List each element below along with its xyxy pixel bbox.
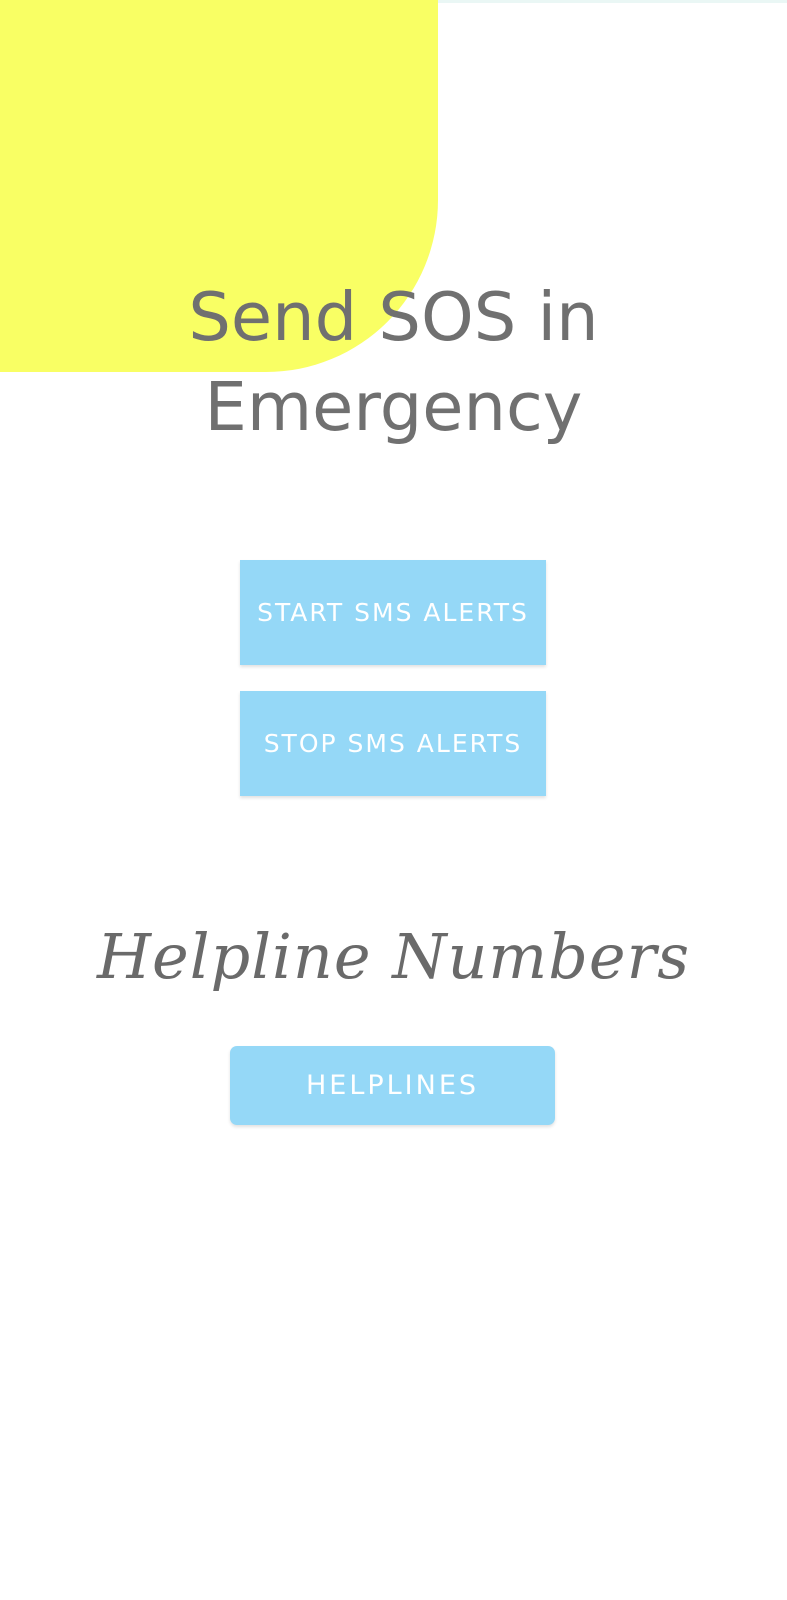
page-title-line-2: Emergency (204, 368, 583, 446)
start-sms-alerts-button[interactable]: START SMS ALERTS (240, 560, 546, 665)
app-screen: Send SOS in Emergency START SMS ALERTS S… (0, 0, 787, 1600)
stop-sms-alerts-button[interactable]: STOP SMS ALERTS (240, 691, 546, 796)
status-strip (430, 0, 787, 3)
page-title-line-1: Send SOS in (188, 278, 599, 356)
page-title: Send SOS in Emergency (0, 272, 787, 452)
helplines-button[interactable]: HELPLINES (230, 1046, 555, 1125)
helpline-numbers-heading: Helpline Numbers (96, 920, 691, 993)
